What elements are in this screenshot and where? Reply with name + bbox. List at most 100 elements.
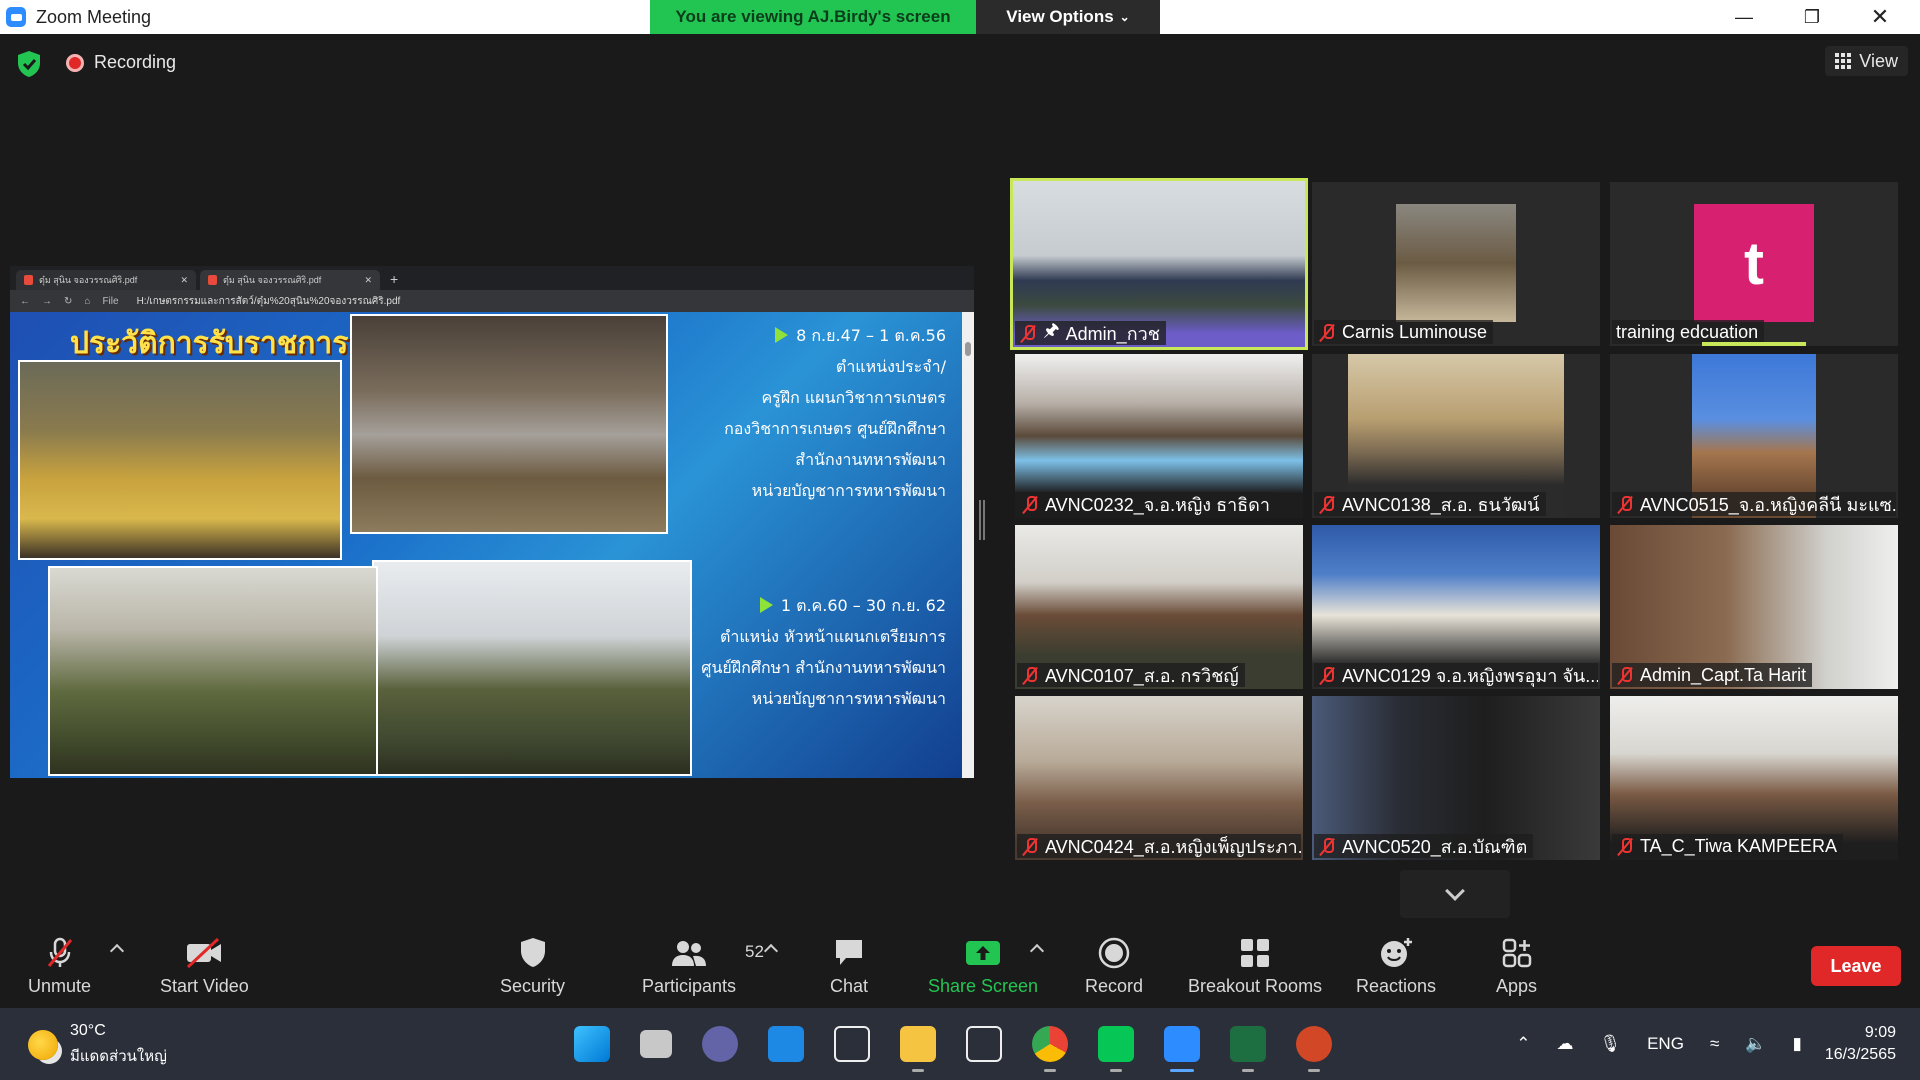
browser-tab-bar: ตุ๋ม สุนิน จองวรรณศิริ.pdf ✕ ตุ๋ม สุนิน … bbox=[10, 266, 974, 290]
slide-photo-training bbox=[48, 566, 378, 776]
participant-name: AVNC0515_จ.อ.หญิงคลีนี มะแซ... bbox=[1640, 494, 1896, 515]
record-dot-icon bbox=[66, 53, 84, 72]
participant-name: training edcuation bbox=[1616, 321, 1759, 342]
speaking-indicator bbox=[1702, 342, 1806, 346]
back-icon[interactable]: ← bbox=[20, 296, 30, 307]
view-options-button[interactable]: View Options ⌄ bbox=[976, 0, 1160, 34]
slide-photo-students bbox=[18, 360, 342, 560]
onedrive-cloud-icon[interactable]: ☁ bbox=[1557, 1034, 1574, 1054]
excel-icon[interactable] bbox=[1230, 1026, 1266, 1072]
mic-muted-icon bbox=[1318, 495, 1336, 513]
teams-chat-icon[interactable] bbox=[702, 1026, 738, 1062]
video-tile[interactable]: AVNC0232_จ.อ.หญิง ธาธิดา bbox=[1015, 354, 1303, 518]
participant-name-tag: AVNC0515_จ.อ.หญิงคลีนี มะแซ... bbox=[1612, 492, 1896, 516]
share-screen-button[interactable]: Share Screen bbox=[928, 936, 1038, 997]
close-icon[interactable]: ✕ bbox=[1846, 0, 1914, 34]
view-button[interactable]: View bbox=[1825, 46, 1908, 76]
slide-line: ครูฝึก แผนกวิชาการเกษตร bbox=[761, 388, 946, 407]
mic-muted-icon bbox=[1616, 837, 1634, 855]
recording-indicator[interactable]: Recording bbox=[66, 52, 176, 73]
shield-check-icon[interactable] bbox=[16, 50, 42, 78]
new-tab-icon[interactable]: + bbox=[384, 271, 404, 290]
mic-muted-icon bbox=[1318, 323, 1336, 341]
task-view-icon[interactable] bbox=[640, 1030, 672, 1058]
dropbox-icon[interactable] bbox=[966, 1026, 1002, 1062]
gallery-scroll-down-button[interactable] bbox=[1400, 870, 1510, 918]
share-screen-label: Share Screen bbox=[928, 976, 1039, 996]
powerpoint-icon[interactable] bbox=[1296, 1026, 1332, 1072]
video-tile[interactable]: Admin_Capt.Ta Harit bbox=[1610, 525, 1898, 689]
start-video-button[interactable]: Start Video bbox=[160, 936, 249, 997]
wifi-icon[interactable]: ≈ bbox=[1710, 1034, 1719, 1054]
reactions-button[interactable]: Reactions bbox=[1356, 936, 1436, 997]
participant-name: AVNC0107_ส.อ. กรวิชญ์ bbox=[1045, 665, 1239, 686]
slide-line: 1 ต.ค.60 – 30 ก.ย. 62 bbox=[780, 596, 946, 615]
close-tab-icon[interactable]: ✕ bbox=[364, 275, 372, 286]
video-tile[interactable]: TA_C_Tiwa KAMPEERA bbox=[1610, 696, 1898, 860]
leave-button[interactable]: Leave bbox=[1811, 946, 1901, 986]
browser-tab[interactable]: ตุ๋ม สุนิน จองวรรณศิริ.pdf ✕ bbox=[16, 270, 196, 290]
video-tile[interactable]: Carnis Luminouse bbox=[1312, 182, 1600, 346]
chat-button[interactable]: Chat bbox=[830, 936, 868, 997]
pdf-icon bbox=[208, 275, 217, 285]
unmute-options-caret-icon[interactable] bbox=[109, 943, 125, 959]
minimize-icon[interactable]: — bbox=[1710, 0, 1778, 34]
weather-widget[interactable]: 30°C มีแดดส่วนใหญ่ bbox=[28, 1022, 167, 1068]
temperature: 30°C bbox=[70, 1022, 106, 1039]
participants-count: 52 bbox=[745, 942, 764, 961]
breakout-rooms-button[interactable]: Breakout Rooms bbox=[1188, 936, 1322, 997]
security-label: Security bbox=[500, 976, 566, 996]
video-tile[interactable]: 🖈 Admin_กวช bbox=[1010, 178, 1308, 350]
address-bar[interactable]: ← → ↻ ⌂ File H:/เกษตรกรรมและการสัตว์/ตุ๋… bbox=[10, 290, 974, 312]
file-explorer-icon[interactable] bbox=[900, 1026, 936, 1072]
record-button[interactable]: Record bbox=[1085, 936, 1143, 997]
address-url: H:/เกษตรกรรมและการสัตว์/ตุ๋ม%20สุนิน%20จ… bbox=[136, 295, 401, 307]
microphone-icon[interactable]: 🎙 bbox=[1600, 1034, 1622, 1054]
restore-icon[interactable]: ❐ bbox=[1778, 0, 1846, 34]
line-icon[interactable] bbox=[1098, 1026, 1134, 1072]
chevron-down-icon: ⌄ bbox=[1119, 10, 1130, 24]
split-handle[interactable] bbox=[979, 500, 985, 540]
participants-button[interactable]: 52 Participants bbox=[642, 936, 764, 997]
volume-icon[interactable]: 🔈 bbox=[1745, 1034, 1766, 1054]
apps-button[interactable]: Apps bbox=[1496, 936, 1537, 997]
reload-icon[interactable]: ↻ bbox=[64, 296, 72, 307]
zoom-app-icon bbox=[6, 7, 26, 27]
close-tab-icon[interactable]: ✕ bbox=[180, 275, 188, 286]
chevron-up-icon[interactable]: ⌃ bbox=[1516, 1034, 1530, 1054]
record-label: Record bbox=[1085, 976, 1144, 996]
apps-icon bbox=[1502, 938, 1531, 968]
mic-muted-icon bbox=[1616, 495, 1634, 513]
forward-icon[interactable]: → bbox=[42, 296, 52, 307]
participant-name-tag: TA_C_Tiwa KAMPEERA bbox=[1612, 834, 1844, 858]
zoom-taskbar-icon[interactable] bbox=[1164, 1026, 1200, 1072]
participant-name-tag: AVNC0129 จ.อ.หญิงพรอุมา จัน... bbox=[1314, 663, 1598, 687]
language-indicator[interactable]: ENG bbox=[1647, 1034, 1684, 1054]
video-tile[interactable]: AVNC0424_ส.อ.หญิงเพ็ญประภา... bbox=[1015, 696, 1303, 860]
browser-tab-active[interactable]: ตุ๋ม สุนิน จองวรรณศิริ.pdf ✕ bbox=[200, 270, 380, 290]
slide-photo-classroom bbox=[372, 560, 692, 776]
video-tile[interactable]: AVNC0107_ส.อ. กรวิชญ์ bbox=[1015, 525, 1303, 689]
home-icon[interactable]: ⌂ bbox=[84, 296, 90, 307]
video-tile[interactable]: t training edcuation bbox=[1610, 182, 1898, 346]
video-tile[interactable]: AVNC0515_จ.อ.หญิงคลีนี มะแซ... bbox=[1610, 354, 1898, 518]
video-tile[interactable]: AVNC0129 จ.อ.หญิงพรอุมา จัน... bbox=[1312, 525, 1600, 689]
system-tray: ⌃ ☁ 🎙 ENG ≈ 🔈 ▮ 9:09 16/3/2565 bbox=[1503, 1008, 1920, 1080]
clock[interactable]: 9:09 16/3/2565 bbox=[1825, 1022, 1896, 1066]
battery-icon[interactable]: ▮ bbox=[1792, 1034, 1801, 1054]
security-button[interactable]: Security bbox=[500, 936, 565, 997]
participants-icon bbox=[672, 941, 707, 966]
participant-name-tag: Carnis Luminouse bbox=[1314, 320, 1494, 344]
windows-start-icon[interactable] bbox=[574, 1026, 610, 1062]
video-tile[interactable]: AVNC0138_ส.อ. ธนวัฒน์ bbox=[1312, 354, 1600, 518]
notes-icon[interactable] bbox=[834, 1026, 870, 1062]
mail-icon[interactable] bbox=[768, 1026, 804, 1062]
video-tile[interactable]: AVNC0520_ส.อ.บัณฑิต bbox=[1312, 696, 1600, 860]
slide-text-block-1: 8 ก.ย.47 – 1 ต.ค.56 ตำแหน่งประจำ/ ครูฝึก… bbox=[724, 320, 946, 506]
pdf-scrollbar[interactable] bbox=[962, 312, 974, 778]
participants-options-caret-icon[interactable] bbox=[763, 943, 779, 959]
participant-name-tag: AVNC0107_ส.อ. กรวิชญ์ bbox=[1017, 663, 1245, 687]
participant-name-tag: AVNC0520_ส.อ.บัณฑิต bbox=[1314, 834, 1534, 858]
chrome-icon[interactable] bbox=[1032, 1026, 1068, 1072]
unmute-button[interactable]: Unmute bbox=[28, 936, 91, 997]
